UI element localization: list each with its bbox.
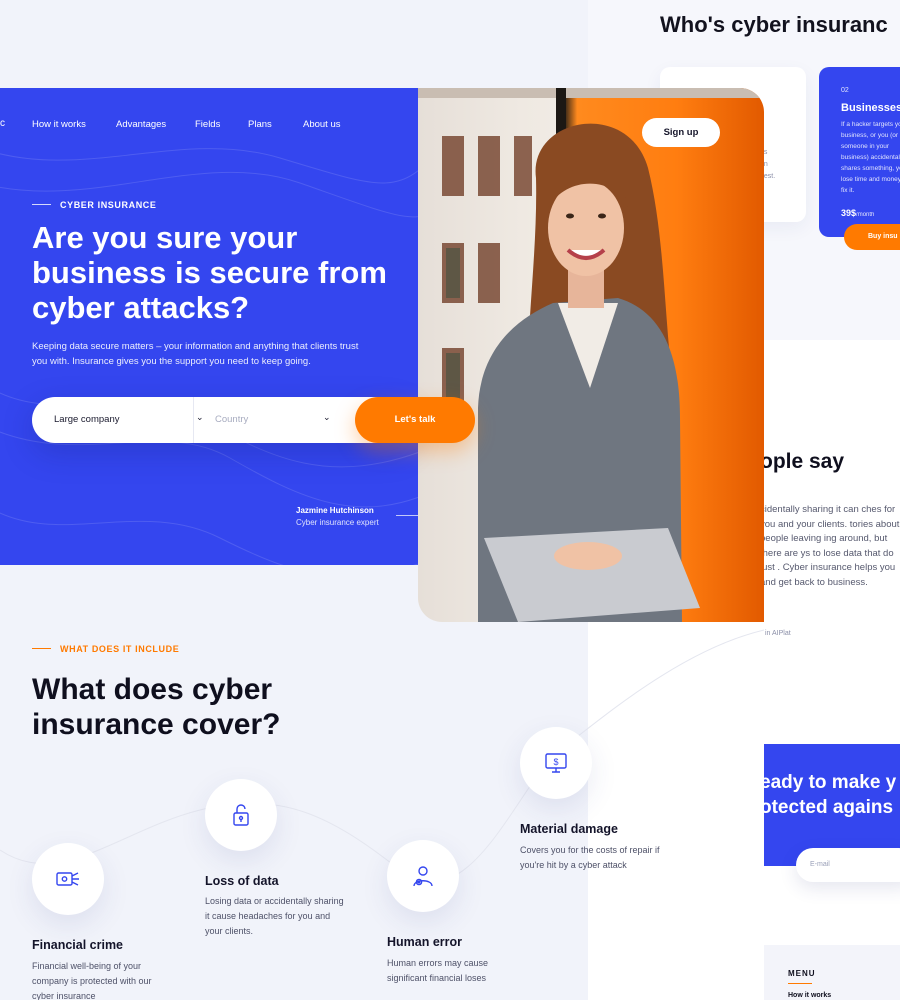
hero-wave-lines <box>0 148 418 565</box>
testimonials-note: in AIPlat <box>765 630 791 637</box>
coverage-item-title: Loss of data <box>205 874 279 888</box>
cta-title: eady to make y otected agains <box>760 772 897 818</box>
coverage-item-text: Human errors may cause significant finan… <box>387 958 489 983</box>
svg-text:$: $ <box>553 757 558 767</box>
hero-subtitle: Keeping data secure matters – your infor… <box>32 341 359 367</box>
footer-menu-title: MENU <box>788 969 816 978</box>
expert-name: Jazmine Hutchinson <box>296 506 374 515</box>
eyebrow-line <box>32 204 51 205</box>
footer-link-how-it-works[interactable]: How it works <box>788 992 831 999</box>
expert-role: Cyber insurance expert <box>296 518 379 527</box>
chevron-down-icon[interactable]: ⌄ <box>196 412 204 423</box>
money-card-icon <box>32 843 104 915</box>
plan-title: Businesses <box>841 102 900 114</box>
hero-photo <box>418 88 764 622</box>
coverage-item-text: Financial well-being of your company is … <box>32 961 152 1000</box>
expert-line <box>396 515 418 516</box>
coverage-eyebrow: WHAT DOES IT INCLUDE <box>60 644 180 654</box>
coverage-title: What does cyber insurance cover? <box>32 673 281 741</box>
country-select[interactable]: Country <box>215 414 248 425</box>
coverage-item-title: Human error <box>387 935 463 949</box>
lets-talk-button[interactable]: Let's talk <box>355 397 475 443</box>
nav-plans[interactable]: Plans <box>248 119 272 130</box>
footer <box>764 945 900 1000</box>
signup-button[interactable]: Sign up <box>642 118 720 147</box>
coverage-item-title: Material damage <box>520 822 618 836</box>
hero-section: c How it works Advantages Fields Plans A… <box>0 88 418 565</box>
plan-number: 02 <box>841 87 849 94</box>
padlock-icon <box>205 779 277 851</box>
monitor-dollar-icon: $ <box>520 727 592 799</box>
nav-how-it-works[interactable]: How it works <box>32 119 86 130</box>
testimonials-heading: ople say <box>760 450 845 473</box>
hero-title: Are you sure your business is secure fro… <box>32 220 387 325</box>
woman-portrait-illustration <box>418 88 764 622</box>
coverage-item-text: Losing data or accidentally sharing it c… <box>205 896 344 936</box>
nav-advantages[interactable]: Advantages <box>116 119 166 130</box>
logo[interactable]: c <box>0 118 5 129</box>
user-error-icon <box>387 840 459 912</box>
who-heading: Who's cyber insuranc <box>660 12 888 37</box>
testimonials-text: cidentally sharing it can ches for you a… <box>760 504 900 588</box>
buy-insurance-button[interactable]: Buy insu <box>844 224 900 250</box>
coverage-eyebrow-line <box>32 648 51 649</box>
plan-card-businesses[interactable]: 02 Businesses If a hacker targets your b… <box>819 67 900 237</box>
nav-fields[interactable]: Fields <box>195 119 220 130</box>
coverage-item-title: Financial crime <box>32 938 124 952</box>
footer-menu-underline <box>788 983 812 984</box>
company-size-select[interactable]: Large company <box>54 414 119 425</box>
plan-description: If a hacker targets your business, or yo… <box>841 121 900 194</box>
email-input[interactable]: E-mail <box>796 848 900 882</box>
coverage-item-text: Covers you for the costs of repair if yo… <box>520 845 660 870</box>
chevron-down-icon[interactable]: ⌄ <box>323 412 331 423</box>
hero-eyebrow: CYBER INSURANCE <box>60 200 157 210</box>
plan-price: 39$/month <box>841 208 875 218</box>
search-divider <box>193 397 194 443</box>
plan-card-text: y t gs an best. <box>760 125 776 180</box>
nav-about-us[interactable]: About us <box>303 119 341 130</box>
